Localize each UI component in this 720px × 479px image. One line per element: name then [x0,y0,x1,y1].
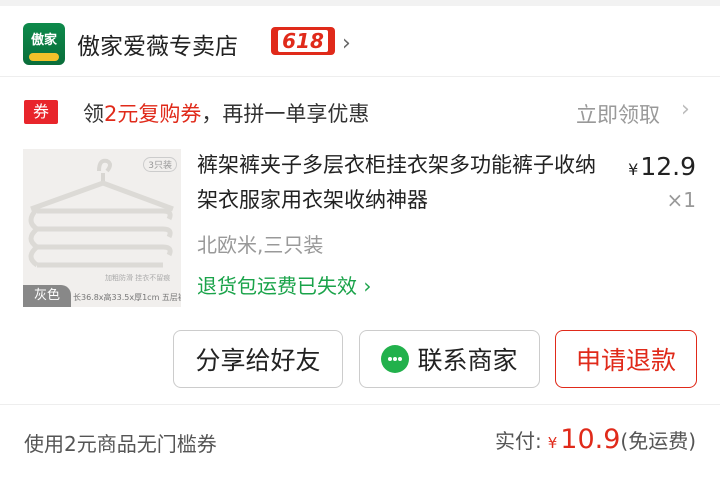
contact-seller-button[interactable]: 联系商家 [359,330,540,388]
product-title[interactable]: 裤架裤夹子多层衣柜挂衣架多功能裤子收纳架衣服家用衣架收纳神器 [197,148,601,218]
share-button[interactable]: 分享给好友 [173,330,343,388]
store-logo-text: 傲家 [30,33,57,48]
store-logo: 傲家 [23,23,65,65]
refund-button-label: 申请退款 [575,346,676,375]
discount-note: 使用2元商品无门槛券 [24,432,217,456]
paid-amount: 10.9 [560,424,621,455]
hanger-image [28,158,174,268]
chevron-right-icon: › [363,274,372,298]
divider [0,404,720,405]
currency-symbol: ¥ [628,160,639,179]
divider [0,76,720,77]
promo-badge-text: 618 [278,30,328,52]
thumbnail-color-label: 灰色 [23,285,71,307]
thumbnail-caption: 加粗防滑 挂衣不留痕 [105,274,171,282]
paid-total: 实付: ¥10.9(免运费) [495,424,696,455]
chat-icon [381,345,410,373]
coupon-badge: 券 [24,100,58,124]
paid-label: 实付: [494,429,542,453]
contact-button-label: 联系商家 [417,346,518,375]
claim-coupon-link[interactable]: 立即领取 [576,99,660,129]
promo-618-badge: 618 [271,27,335,55]
product-price: ¥12.9 [628,152,696,181]
coupon-amount: 2元复购券 [104,102,202,126]
product-quantity: ×1 [666,188,696,212]
share-button-label: 分享给好友 [195,346,321,375]
thumbnail-tag: 3只装 [143,157,177,172]
coupon-row[interactable]: 券 领2元复购券，再拼一单享优惠 立即领取 › [0,88,720,136]
shipping-note: (免运费) [620,429,696,453]
product-thumbnail[interactable]: 3只装 加粗防滑 挂衣不留痕 灰色 长36.8x高33.5x厚1cm 五层裤架 [23,149,181,307]
thumbnail-spec: 长36.8x高33.5x厚1cm 五层裤架 [73,293,181,302]
store-name[interactable]: 傲家爱薇专卖店 [77,27,238,61]
price-value: 12.9 [640,152,696,181]
store-header[interactable]: 傲家 傲家爱薇专卖店 618 › [0,6,720,76]
chevron-right-icon[interactable]: › [342,31,351,56]
product-variant: 北欧米,三只装 [197,233,324,257]
coupon-text-suffix: ，再拼一单享优惠 [201,102,370,126]
chevron-right-icon[interactable]: › [681,97,690,122]
coupon-text: 领2元复购券，再拼一单享优惠 [83,98,369,128]
return-shipping-text: 退货包运费已失效 [197,274,357,298]
request-refund-button[interactable]: 申请退款 [555,330,697,388]
return-shipping-info[interactable]: 退货包运费已失效 › [197,270,371,299]
currency-symbol: ¥ [547,434,558,452]
logo-leaf-icon [29,53,59,61]
coupon-text-prefix: 领 [83,102,104,126]
